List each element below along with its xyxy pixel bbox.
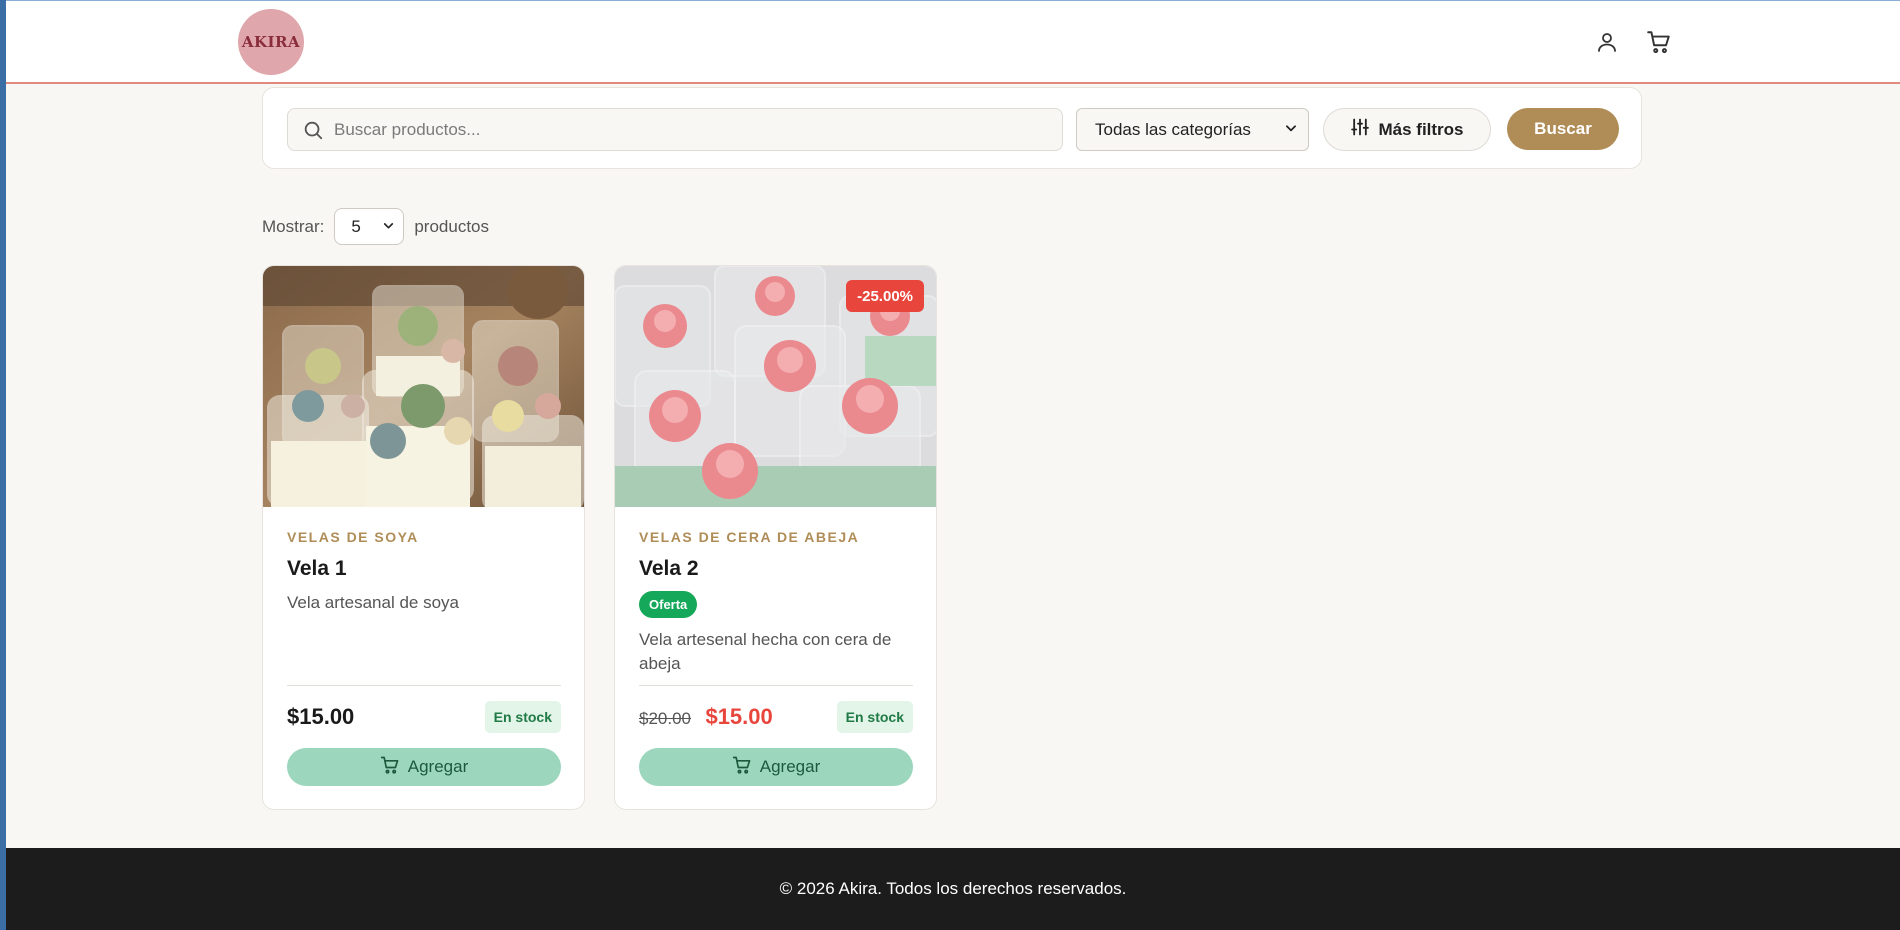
price-row: $20.00 $15.00 En stock (639, 701, 913, 733)
site-header: AKIRA (6, 0, 1900, 84)
chevron-down-icon (382, 217, 395, 237)
product-title[interactable]: Vela 2 (639, 557, 913, 581)
product-card[interactable]: VELAS DE SOYA Vela 1 Vela artesanal de s… (262, 265, 585, 810)
more-filters-button[interactable]: Más filtros (1323, 108, 1491, 151)
product-description: Vela artesenal hecha con cera de abeja (639, 630, 892, 673)
price-group: $20.00 $15.00 (639, 704, 773, 730)
more-filters-label: Más filtros (1378, 119, 1464, 139)
logo[interactable]: AKIRA (238, 9, 304, 75)
stock-badge: En stock (484, 701, 561, 733)
sliders-icon (1350, 117, 1370, 142)
add-to-cart-button[interactable]: Agregar (287, 748, 561, 786)
divider (287, 685, 561, 686)
card-body: VELAS DE SOYA Vela 1 Vela artesanal de s… (287, 529, 561, 615)
product-description: Vela artesanal de soya (287, 593, 460, 612)
card-body: VELAS DE CERA DE ABEJA Vela 2 Oferta Vel… (639, 529, 913, 676)
price-row: $15.00 En stock (287, 701, 561, 733)
site-footer: © 2026 Akira. Todos los derechos reserva… (6, 848, 1900, 930)
show-count-select[interactable]: 5 (334, 208, 405, 245)
stock-badge: En stock (836, 701, 913, 733)
cart-icon[interactable] (1644, 27, 1674, 57)
category-select-value: Todas las categorías (1095, 119, 1251, 139)
show-count-value: 5 (351, 216, 361, 236)
chevron-down-icon (1284, 120, 1298, 140)
product-image[interactable] (263, 266, 584, 507)
product-image[interactable]: -25.00% (615, 266, 936, 507)
product-category: VELAS DE SOYA (287, 529, 419, 545)
add-to-cart-label: Agregar (407, 757, 469, 776)
product-title[interactable]: Vela 1 (287, 557, 561, 581)
discount-badge: -25.00% (846, 280, 924, 312)
search-panel: Todas las categorías Más filtros Buscar (262, 87, 1642, 169)
divider (639, 685, 913, 686)
product-category: VELAS DE CERA DE ABEJA (639, 529, 860, 545)
product-price: $15.00 (287, 704, 355, 729)
original-price: $20.00 (639, 709, 691, 728)
show-count-row: Mostrar: 5 productos (262, 208, 489, 245)
show-label: Mostrar: (262, 216, 325, 236)
show-suffix: productos (414, 216, 490, 236)
product-card[interactable]: -25.00% VELAS DE CERA DE ABEJA Vela 2 Of… (614, 265, 937, 810)
search-box[interactable] (287, 108, 1063, 151)
offer-badge: Oferta (639, 591, 698, 618)
add-to-cart-button[interactable]: Agregar (639, 748, 913, 786)
search-icon (302, 119, 324, 141)
cart-icon (380, 755, 400, 780)
cart-icon (732, 755, 752, 780)
category-select[interactable]: Todas las categorías (1076, 108, 1309, 151)
user-icon[interactable] (1592, 27, 1622, 57)
sale-price: $15.00 (705, 704, 773, 729)
add-to-cart-label: Agregar (759, 757, 821, 776)
footer-text: © 2026 Akira. Todos los derechos reserva… (779, 879, 1127, 898)
search-button[interactable]: Buscar (1507, 108, 1619, 150)
search-input[interactable] (334, 119, 1034, 140)
